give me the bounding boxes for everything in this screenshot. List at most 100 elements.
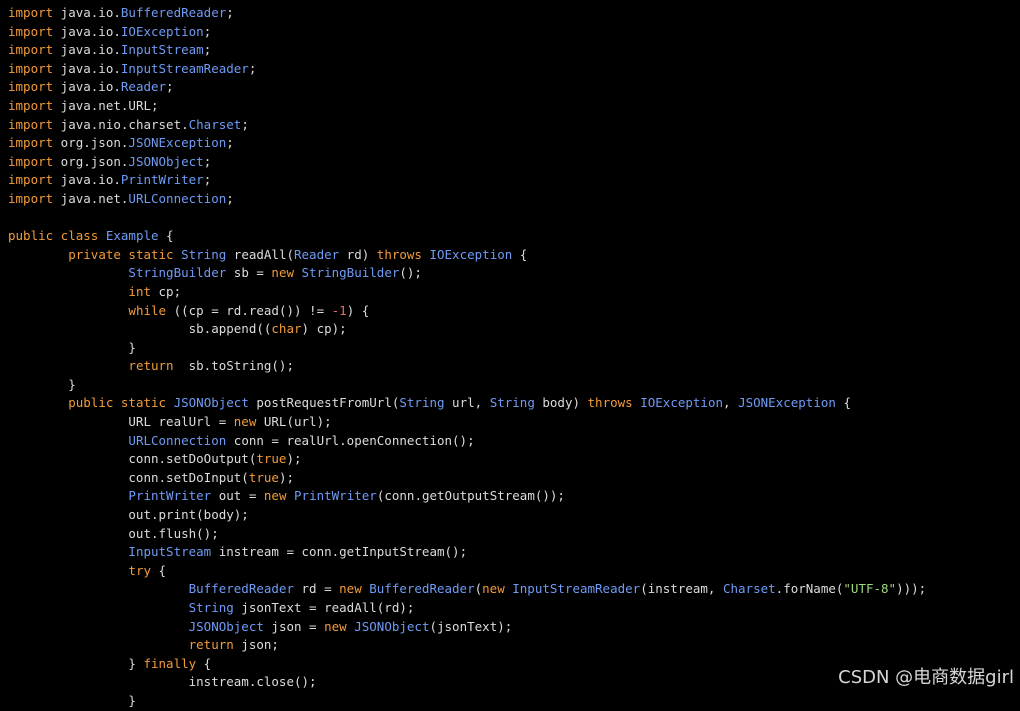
code-token: URLConnection [128,432,227,448]
code-token: int [128,283,151,299]
csdn-watermark: CSDN @电商数据girl [838,667,1014,688]
code-token: String [188,600,234,615]
code-token: String [181,246,227,262]
code-line: import java.net.URL; [8,97,1020,116]
code-token: new [324,618,347,634]
code-token: true [256,451,287,467]
code-line: private static String readAll(Reader rd)… [8,246,1020,265]
code-token: new [263,488,287,504]
code-token: conn.setDoOutput( [8,451,257,467]
code-line: return sb.toString(); [8,357,1020,376]
code-token: } [8,655,144,671]
code-token: java.net. [53,190,129,206]
code-token: ; [226,190,234,206]
code-token: org.json. [53,135,129,151]
code-token: { [196,655,212,671]
code-token: ))); [896,581,927,597]
code-token: JSONObject [354,618,430,634]
code-token: url, [444,395,490,411]
code-token: BufferedReader [369,581,475,597]
code-token: IOException [429,246,513,262]
code-token: ; [203,23,212,39]
code-line: ​ [8,209,1020,228]
code-token: char [271,321,302,337]
code-token: out.flush(); [8,525,219,541]
code-line: URLConnection conn = realUrl.openConnect… [8,432,1020,451]
code-token: PrintWriter [128,488,212,504]
code-token: BufferedReader [120,5,227,20]
code-line: import java.io.PrintWriter; [8,171,1020,190]
code-token: Reader [120,79,167,95]
code-line: import java.io.IOException; [8,23,1020,42]
code-token: ; [226,5,234,20]
code-token: } [8,692,136,708]
code-token: org.json. [53,153,129,169]
code-token: instream.close(); [8,674,317,690]
code-token: instream = conn.getInputStream(); [211,544,468,560]
code-token: public static [68,395,167,411]
code-token: java.io. [53,5,121,20]
code-token: Charset [722,581,776,597]
code-line: import java.io.InputStreamReader; [8,60,1020,79]
code-line: import org.json.JSONObject; [8,153,1020,172]
code-token: IOException [120,23,204,39]
code-token: ); [278,469,294,485]
code-token: java.io. [53,60,121,76]
code-line: conn.setDoInput(true); [8,469,1020,488]
code-line: String jsonText = readAll(rd); [8,599,1020,618]
code-line: } [8,376,1020,395]
code-line: PrintWriter out = new PrintWriter(conn.g… [8,487,1020,506]
code-token: Example [105,228,159,244]
code-token: (); [399,265,422,281]
code-token: URLConnection [128,190,227,206]
code-line: import java.io.BufferedReader; [8,4,1020,23]
code-token: (instream, [640,581,723,597]
code-token: java.io. [53,172,121,188]
code-token: BufferedReader [188,581,294,597]
code-token: json = [263,618,325,634]
code-token: import [8,5,54,20]
code-line: return json; [8,636,1020,655]
code-token: { [835,395,851,411]
code-token: ; [241,116,249,132]
code-token: throws [587,395,633,411]
code-line: conn.setDoOutput(true); [8,450,1020,469]
code-token: sb = [226,265,272,281]
code-token: JSONException [128,135,227,151]
code-token: StringBuilder [301,265,400,281]
code-line: import java.io.InputStream; [8,41,1020,60]
code-token: import [8,135,54,151]
code-token: throws [376,246,422,262]
code-token: ); [286,451,302,467]
code-token: json; [233,637,279,653]
code-token: conn.setDoInput( [8,469,249,485]
code-token: return [188,637,234,653]
code-token: JSONObject [173,395,249,411]
code-token: ; [248,60,257,76]
code-token: } [8,339,136,355]
code-token: InputStream [128,544,212,560]
code-token: import [8,60,54,76]
code-token: java.io. [53,42,121,58]
code-token: import [8,190,54,206]
code-token: ; [166,79,174,95]
code-token: readAll( [226,246,294,262]
code-token: ) { [346,302,370,318]
code-line: URL realUrl = new URL(url); [8,413,1020,432]
code-token: rd = [293,581,340,597]
code-token: try [128,562,151,578]
code-token: sb.append(( [8,321,272,337]
code-token: { [151,562,167,578]
code-token: PrintWriter [294,488,377,504]
